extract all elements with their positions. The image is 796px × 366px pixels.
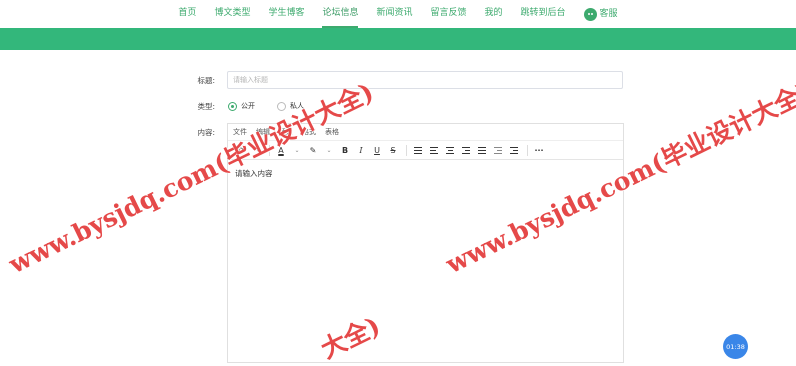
outdent-icon[interactable] [491, 143, 505, 157]
indent-icon[interactable] [507, 143, 521, 157]
nav-blog-types[interactable]: 博文类型 [214, 0, 250, 28]
nav-forum[interactable]: 论坛信息 [322, 0, 359, 28]
editor-content-area[interactable]: 请输入内容 [228, 160, 623, 187]
underline-icon[interactable]: U [370, 143, 384, 157]
nav-news[interactable]: 新闻资讯 [376, 0, 412, 28]
kefu-label: 客服 [599, 9, 618, 19]
type-label: 类型: [197, 102, 215, 111]
align-center-icon[interactable] [443, 143, 457, 157]
rich-text-editor: 文件 编辑 插入 格式 表格 ↶ ↷ A ⌄ ✎ ⌄ B I U S ··· 请… [227, 123, 624, 363]
title-input[interactable] [227, 71, 623, 89]
chevron-down-icon[interactable]: ⌄ [322, 143, 336, 157]
header-banner [0, 28, 796, 50]
nav-customer-service[interactable]: 客服 [583, 0, 618, 28]
content-label: 内容: [197, 128, 215, 137]
strikethrough-icon[interactable]: S [386, 143, 400, 157]
highlight-color-icon[interactable]: ✎ [306, 143, 320, 157]
bold-icon[interactable]: B [338, 143, 352, 157]
radio-private[interactable] [277, 101, 286, 111]
align-right-icon[interactable] [459, 143, 473, 157]
align-left-icon[interactable] [427, 143, 441, 157]
more-icon[interactable]: ··· [532, 143, 546, 157]
nav-feedback[interactable]: 留言反馈 [431, 0, 467, 28]
timer-badge[interactable]: 01:38 [723, 334, 748, 359]
radio-public[interactable] [228, 101, 237, 111]
align-justify-icon[interactable] [475, 143, 489, 157]
toolbar-divider [406, 144, 407, 156]
wechat-icon [583, 7, 597, 21]
nav-student-blogs[interactable]: 学生博客 [268, 0, 304, 28]
top-nav: 首页 博文类型 学生博客 论坛信息 新闻资讯 留言反馈 我的 跳转到后台 客服 [0, 0, 796, 28]
radio-public-label[interactable]: 公开 [241, 101, 255, 111]
line-height-icon[interactable] [411, 143, 425, 157]
nav-home[interactable]: 首页 [178, 0, 196, 28]
nav-mine[interactable]: 我的 [485, 0, 503, 28]
title-label: 标题: [197, 76, 215, 85]
nav-admin[interactable]: 跳转到后台 [521, 0, 566, 28]
italic-icon[interactable]: I [354, 143, 368, 157]
toolbar-divider [527, 144, 528, 156]
